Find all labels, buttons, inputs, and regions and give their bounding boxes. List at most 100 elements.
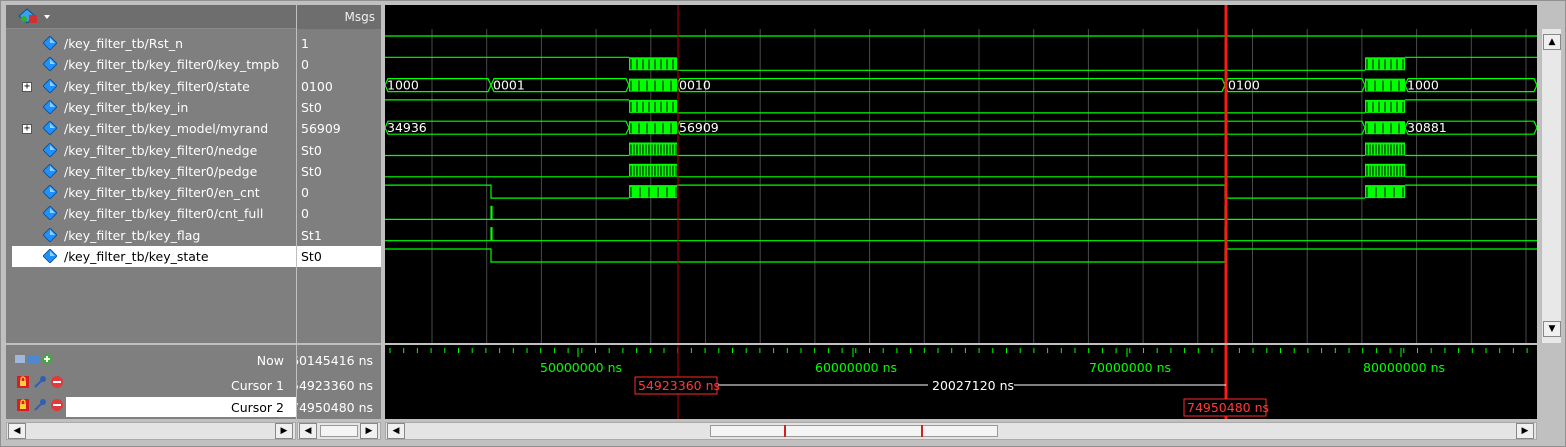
signal-name: /key_filter_tb/key_filter0/state — [64, 78, 250, 94]
cursor-timeline-pane[interactable]: 50000000 ns 60000000 ns 70000000 ns 8000000… — [385, 345, 1537, 419]
signal-name-pane[interactable]: /key_filter_tb/Rst_n/key_filter_tb/key_f… — [6, 29, 296, 343]
remove-cursor-icon[interactable] — [50, 398, 64, 412]
signal-name: /key_filter_tb/key_filter0/nedge — [64, 142, 258, 158]
cursor1-scroll-marker — [784, 425, 786, 437]
cursor2-label[interactable]: Cursor 2 — [231, 400, 284, 415]
scroll-right-button[interactable]: ▶ — [275, 423, 293, 439]
cursor-delta-label: 20027120 ns — [932, 378, 1014, 393]
signal-row[interactable]: /key_filter_tb/key_flag — [6, 225, 296, 246]
wave-header — [385, 5, 1537, 29]
value-row[interactable]: 0 — [297, 203, 381, 224]
signal-diamond-icon — [43, 36, 57, 50]
signal-name: /key_filter_tb/key_filter0/en_cnt — [64, 185, 260, 201]
signal-name: /key_filter_tb/key_filter0/pedge — [64, 163, 258, 179]
value-row[interactable]: St1 — [297, 225, 381, 246]
signal-value-pane[interactable]: 1 0 0100 St0 56909 St0 St0 0 0 St1 St0 — [297, 29, 381, 343]
expand-icon[interactable]: + — [22, 81, 32, 92]
signal-name: /key_filter_tb/key_filter0/cnt_full — [64, 206, 264, 222]
value-row[interactable]: St0 — [297, 161, 381, 182]
cursor-value-pane: 60145416 ns 54923360 ns 74950480 ns — [297, 345, 381, 419]
wrench-icon[interactable] — [33, 375, 47, 389]
value-row[interactable]: St0 — [297, 140, 381, 161]
value-hscrollbar[interactable]: ◀ ▶ — [297, 422, 381, 440]
wave-burst — [629, 57, 677, 71]
cursor2-value: 74950480 ns — [297, 400, 374, 415]
name-column-header — [6, 5, 296, 29]
signal-diamond-icon — [43, 142, 57, 157]
signal-row[interactable]: /key_filter_tb/key_state — [12, 246, 296, 267]
value-row[interactable]: St0 — [297, 246, 381, 267]
signal-value: St0 — [301, 142, 322, 158]
wave-burst — [629, 121, 677, 135]
cursor1-label[interactable]: Cursor 1 — [231, 378, 284, 393]
signal-row[interactable]: /key_filter_tb/key_filter0/en_cnt — [6, 182, 296, 203]
value-row[interactable]: 1 — [297, 33, 381, 54]
scroll-up-button[interactable]: ▲ — [1543, 34, 1561, 50]
cursor1-marker-label: 54923360 ns — [638, 378, 720, 393]
signal-value: St0 — [301, 99, 322, 115]
signal-value: St0 — [301, 163, 322, 179]
signal-diamond-icon — [43, 249, 57, 263]
signal-value: 0 — [301, 57, 309, 73]
signal-value: St0 — [301, 249, 322, 264]
signal-row[interactable]: /key_filter_tb/key_filter0/cnt_full — [6, 203, 296, 224]
timeline-label: 70000000 ns — [1089, 360, 1171, 375]
wave-key-flag — [385, 227, 1537, 242]
signal-name: /key_filter_tb/key_in — [64, 99, 189, 115]
value-row[interactable]: 0 — [297, 54, 381, 75]
signal-diamond-icon — [43, 163, 57, 178]
scroll-down-button[interactable]: ▼ — [1543, 321, 1561, 337]
cursor2-scroll-marker — [921, 425, 923, 437]
cursor-name-pane: Now Cursor 1 Cursor 2 — [6, 345, 296, 419]
signal-name: /key_filter_tb/key_filter0/key_tmpb — [64, 57, 280, 73]
remove-cursor-icon[interactable] — [50, 375, 64, 389]
bus-value-label: 0010 — [679, 78, 711, 93]
signal-row[interactable]: /key_filter_tb/key_in — [6, 97, 296, 118]
name-hscrollbar[interactable]: ◀ ▶ — [6, 422, 296, 440]
signal-row[interactable]: + /key_filter_tb/key_model/myrand — [6, 118, 296, 139]
signal-diamond-icon — [43, 78, 57, 93]
value-scroll-thumb[interactable] — [320, 425, 358, 437]
signal-value: 0 — [301, 206, 309, 222]
wave-burst — [629, 99, 677, 113]
signal-diamond-icon — [43, 57, 57, 72]
signal-row[interactable]: /key_filter_tb/key_filter0/pedge — [6, 161, 296, 182]
signal-row[interactable]: /key_filter_tb/key_filter0/key_tmpb — [6, 54, 296, 75]
scroll-right-button[interactable]: ▶ — [1516, 423, 1534, 439]
cursor-toolbar-icon[interactable] — [14, 352, 62, 366]
timeline-label: 80000000 ns — [1363, 360, 1445, 375]
scroll-left-button[interactable]: ◀ — [299, 423, 317, 439]
value-row[interactable]: 0 — [297, 182, 381, 203]
signal-value: 1 — [301, 36, 309, 51]
signal-row[interactable]: /key_filter_tb/Rst_n — [6, 33, 296, 54]
bus-value-label: 56909 — [679, 120, 719, 135]
bus-value-label: 34936 — [387, 120, 427, 135]
signal-diamond-icon — [43, 227, 57, 242]
value-row[interactable]: 0100 — [297, 76, 381, 97]
wave-hscrollbar[interactable]: ◀ ▶ — [385, 422, 1537, 440]
scroll-left-button[interactable]: ◀ — [387, 423, 405, 439]
vertical-scrollbar[interactable]: ▲ ▼ — [1541, 29, 1561, 343]
signal-row[interactable]: /key_filter_tb/key_filter0/nedge — [6, 140, 296, 161]
wave-scroll-thumb[interactable] — [710, 425, 998, 437]
scroll-right-button[interactable]: ▶ — [360, 423, 378, 439]
lock-icon[interactable] — [16, 398, 30, 412]
timeline-label: 50000000 ns — [540, 360, 622, 375]
wrench-icon[interactable] — [33, 398, 47, 412]
value-row[interactable]: 56909 — [297, 118, 381, 139]
signal-row[interactable]: + /key_filter_tb/key_filter0/state — [6, 76, 296, 97]
lock-icon[interactable] — [16, 375, 30, 389]
wave-en-cnt — [677, 184, 1365, 199]
signal-value: 0100 — [301, 78, 333, 94]
wave-add-icon[interactable] — [18, 8, 52, 26]
signal-value: St1 — [301, 227, 322, 243]
wave-burst — [629, 78, 677, 92]
expand-icon[interactable]: + — [22, 124, 32, 135]
timeline-label: 60000000 ns — [815, 360, 897, 375]
signal-name: /key_filter_tb/Rst_n — [64, 36, 183, 51]
value-row[interactable]: St0 — [297, 97, 381, 118]
waveform-pane[interactable]: 1000 0001 0010 0100 1000 34936 56909 30881 — [385, 29, 1537, 343]
scroll-left-button[interactable]: ◀ — [8, 423, 26, 439]
cursor2-marker-label: 74950480 ns — [1187, 400, 1269, 415]
now-value: 60145416 ns — [297, 353, 374, 368]
